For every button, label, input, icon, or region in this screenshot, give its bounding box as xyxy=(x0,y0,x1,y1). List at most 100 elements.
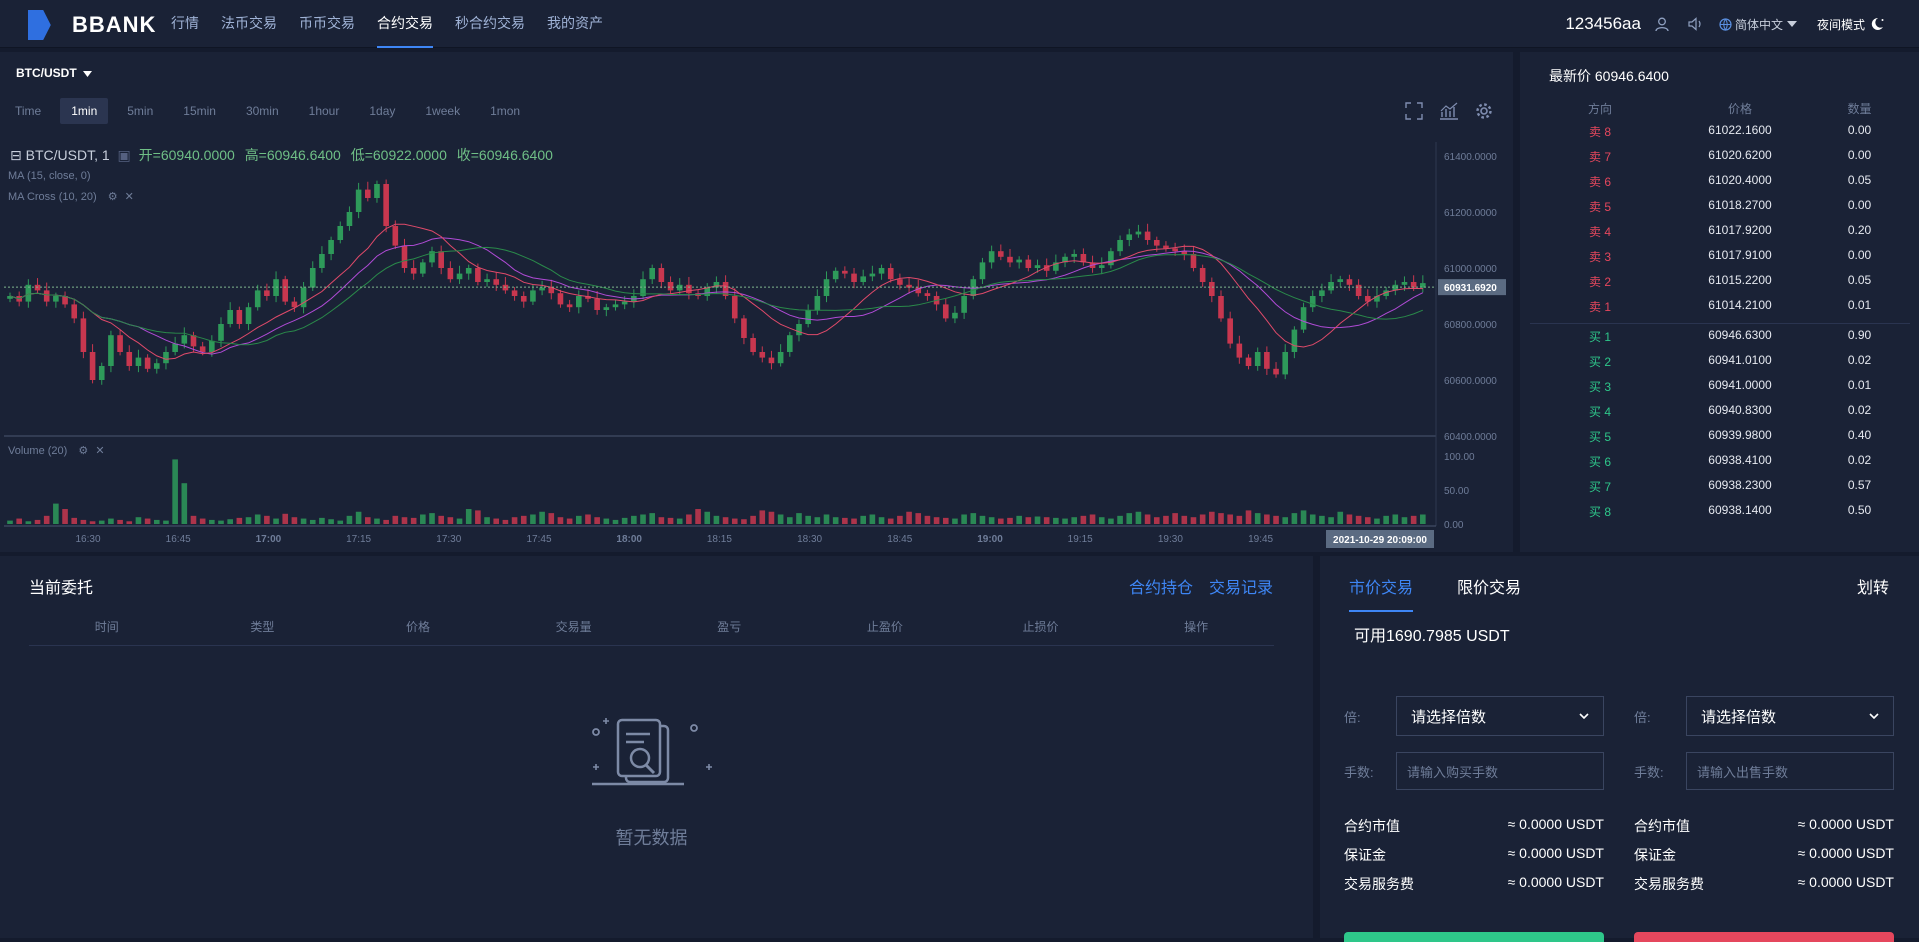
buy-button[interactable] xyxy=(1344,932,1604,942)
bid-row[interactable]: 买 8 60938.1400 0.50 xyxy=(1520,503,1919,520)
brand-logo[interactable]: BBANK xyxy=(28,10,156,40)
buy-multiplier-select[interactable]: 请选择倍数 xyxy=(1396,696,1604,736)
indicator-settings-icon[interactable]: ⚙ xyxy=(108,191,118,203)
collapse-icon[interactable]: ⊟ xyxy=(10,147,22,163)
volume-bar xyxy=(1319,515,1325,524)
link-trade-records[interactable]: 交易记录 xyxy=(1209,574,1273,598)
sell-lots-input[interactable]: 请输入出售手数 xyxy=(1686,752,1894,790)
row-qty: 0.05 xyxy=(1847,273,1872,287)
user-icon[interactable] xyxy=(1651,13,1673,35)
nav-item-fiat-trade[interactable]: 法币交易 xyxy=(221,0,277,48)
candle-body xyxy=(410,268,417,274)
bid-row[interactable]: 买 4 60940.8300 0.02 xyxy=(1520,403,1919,420)
volume-settings-icon[interactable]: ⚙ xyxy=(78,445,88,457)
tab-limit-trade[interactable]: 限价交易 xyxy=(1457,574,1521,612)
volume-bar xyxy=(410,517,417,524)
chevron-down-icon xyxy=(1579,713,1589,719)
candle-body xyxy=(1071,254,1078,257)
indicator-close-icon[interactable]: ✕ xyxy=(125,191,134,203)
sell-margin-amount: ≈ 0.0000 USDT xyxy=(1797,845,1894,861)
bid-row[interactable]: 买 5 60939.9800 0.40 xyxy=(1520,428,1919,445)
volume-bar xyxy=(420,514,426,524)
candle-body xyxy=(264,290,270,296)
volume-bar xyxy=(576,515,582,524)
link-contract-positions[interactable]: 合约持仓 xyxy=(1129,574,1193,598)
volume-bar xyxy=(374,518,380,524)
candle-body xyxy=(750,338,756,352)
ask-row[interactable]: 卖 6 61020.4000 0.05 xyxy=(1520,173,1919,190)
buy-margin-label: 保证金 xyxy=(1344,847,1386,863)
row-price: 61020.6200 xyxy=(1708,148,1772,162)
candle-body xyxy=(1172,248,1178,252)
ask-row[interactable]: 卖 5 61018.2700 0.00 xyxy=(1520,198,1919,215)
volume-close-icon[interactable]: ✕ xyxy=(95,445,104,457)
row-side: 买 6 xyxy=(1588,455,1611,469)
username[interactable]: 123456aa xyxy=(1565,14,1641,34)
nav-item-contract-trade[interactable]: 合约交易 xyxy=(377,0,433,48)
volume-bar xyxy=(62,509,68,524)
bid-row[interactable]: 买 3 60941.0000 0.01 xyxy=(1520,378,1919,395)
volume-bar xyxy=(163,520,169,524)
ask-row[interactable]: 卖 4 61017.9200 0.20 xyxy=(1520,223,1919,240)
nav-item-market[interactable]: 行情 xyxy=(171,0,199,48)
ask-row[interactable]: 卖 8 61022.1600 0.00 xyxy=(1520,123,1919,140)
row-qty: 0.02 xyxy=(1847,353,1872,367)
volume-bar xyxy=(227,519,233,524)
ask-row[interactable]: 卖 7 61020.6200 0.00 xyxy=(1520,148,1919,165)
trade-panel: 市价交易 限价交易 划转 可用1690.7985 USDT 倍: 请选择倍数 手… xyxy=(1320,556,1919,942)
sell-button[interactable] xyxy=(1634,932,1894,942)
nav-item-my-assets[interactable]: 我的资产 xyxy=(547,0,603,48)
ask-row[interactable]: 卖 3 61017.9100 0.00 xyxy=(1520,248,1919,265)
volume-indicator-label[interactable]: Volume (20) ⚙ ✕ xyxy=(8,444,105,457)
eye-icon[interactable]: ▣ xyxy=(118,147,131,163)
row-side: 卖 6 xyxy=(1588,175,1611,189)
nav-item-coin-trade[interactable]: 币币交易 xyxy=(299,0,355,48)
ask-row[interactable]: 卖 1 61014.2100 0.01 xyxy=(1520,298,1919,315)
volume-bar xyxy=(970,513,977,524)
volume-bar xyxy=(355,511,362,524)
buy-lots-input[interactable]: 请输入购买手数 xyxy=(1396,752,1604,790)
logo-mark-icon xyxy=(28,10,51,40)
time-tick-label: 18:00 xyxy=(616,534,642,545)
row-qty: 0.20 xyxy=(1847,223,1872,237)
volume-bar xyxy=(319,517,325,524)
globe-icon xyxy=(1719,17,1732,31)
candle-body xyxy=(484,279,490,282)
orderbook-divider xyxy=(1530,323,1910,324)
volume-bar xyxy=(1355,515,1362,524)
transfer-button[interactable]: 划转 xyxy=(1857,574,1889,598)
ask-row[interactable]: 卖 2 61015.2200 0.05 xyxy=(1520,273,1919,290)
buy-fee-label: 交易服务费 xyxy=(1344,876,1414,892)
candle-body xyxy=(557,293,564,305)
sell-multiplier-label: 倍: xyxy=(1634,710,1651,725)
price-tick-label: 60600.0000 xyxy=(1444,376,1497,387)
top-navigation-bar: BBANK 行情 法币交易 币币交易 合约交易 秒合约交易 我的资产 12345… xyxy=(0,0,1919,48)
bid-row[interactable]: 买 7 60938.2300 0.57 xyxy=(1520,478,1919,495)
candle-body xyxy=(80,318,87,352)
night-mode-toggle[interactable]: 夜间模式 xyxy=(1817,16,1885,33)
kline-chart[interactable]: 61400.0000 61200.0000 61000.0000 60800.0000… xyxy=(0,52,1513,552)
trade-tabs: 市价交易 限价交易 xyxy=(1349,574,1565,612)
speaker-icon[interactable] xyxy=(1685,13,1707,35)
candle-body xyxy=(924,293,931,296)
tab-market-trade[interactable]: 市价交易 xyxy=(1349,574,1414,612)
nav-item-second-contract[interactable]: 秒合约交易 xyxy=(455,0,525,48)
language-selector[interactable]: 简体中文 xyxy=(1719,16,1797,33)
sell-contract-value-label: 合约市值 xyxy=(1634,818,1690,834)
volume-bar xyxy=(89,521,96,524)
ma-indicator-label[interactable]: MA (15, close, 0) xyxy=(8,170,91,182)
volume-bar xyxy=(1071,517,1078,524)
bid-row[interactable]: 买 6 60938.4100 0.02 xyxy=(1520,453,1919,470)
time-tick-label: 19:45 xyxy=(1248,534,1273,545)
volume-bar xyxy=(383,519,389,524)
sell-multiplier-select[interactable]: 请选择倍数 xyxy=(1686,696,1894,736)
candle-body xyxy=(1218,296,1224,319)
candle-body xyxy=(126,352,133,366)
volume-bar xyxy=(291,517,298,524)
bid-row[interactable]: 买 1 60946.6300 0.90 xyxy=(1520,328,1919,345)
row-price: 61015.2200 xyxy=(1708,273,1772,287)
bid-row[interactable]: 买 2 60941.0100 0.02 xyxy=(1520,353,1919,370)
buy-multiplier-value: 请选择倍数 xyxy=(1411,708,1487,726)
ma-cross-indicator-label[interactable]: MA Cross (10, 20) ⚙ ✕ xyxy=(8,190,134,203)
volume-bar xyxy=(181,483,188,524)
